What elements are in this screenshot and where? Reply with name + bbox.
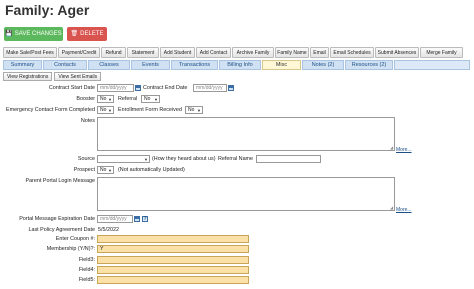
tab-classes[interactable]: Classes — [88, 60, 130, 70]
make-sale-button[interactable]: Make Sale/Post Fees — [3, 47, 57, 58]
tab-bar-filler — [394, 60, 470, 70]
save-changes-button[interactable]: 💾 SAVE CHANGES — [4, 27, 63, 41]
notes-more-link[interactable]: More... — [396, 147, 412, 153]
field3-label: Field3: — [78, 257, 95, 263]
notes-label: Notes — [80, 118, 95, 124]
contract-end-calendar-icon[interactable] — [228, 85, 234, 91]
save-icon: 💾 — [5, 31, 13, 37]
view-registrations-button[interactable]: View Registrations — [3, 72, 53, 81]
notes-textarea[interactable] — [97, 117, 395, 151]
enrollment-label: Enrollment Form Received — [118, 107, 182, 113]
tab-events[interactable]: Events — [131, 60, 170, 70]
submit-absences-button[interactable]: Submit Absences — [375, 47, 419, 58]
delete-label: DELETE — [80, 31, 104, 37]
source-label: Source — [77, 156, 95, 162]
merge-family-button[interactable]: Merge Family — [420, 47, 463, 58]
field4-input[interactable] — [97, 266, 249, 274]
coupon-label: Enter Coupon #: — [55, 236, 95, 242]
contract-end-input[interactable]: mm/dd/yyyy — [193, 84, 227, 92]
prospect-value: No — [100, 167, 107, 173]
chevron-down-icon: ▼ — [108, 107, 112, 113]
resize-grip-icon[interactable]: ◢ — [390, 206, 394, 210]
booster-value: No — [100, 96, 107, 102]
prospect-label: Prospect — [73, 167, 95, 173]
misc-subbar: View Registrations View Sent Emails — [3, 72, 102, 81]
email-schedules-button[interactable]: Email Schedules — [330, 47, 374, 58]
referral-label: Referral — [118, 96, 138, 102]
tab-notes[interactable]: Notes (2) — [302, 60, 344, 70]
source-hint: (How they heard about us) — [152, 156, 216, 162]
email-button[interactable]: Email — [310, 47, 329, 58]
enrollment-value: No — [188, 107, 195, 113]
action-toolbar: Make Sale/Post Fees Payment/Credit Refun… — [3, 47, 472, 58]
portal-msg-more-link[interactable]: More... — [396, 207, 412, 213]
ecf-select[interactable]: No ▼ — [97, 106, 114, 114]
chevron-down-icon: ▼ — [108, 96, 112, 102]
tab-misc[interactable]: Misc — [262, 60, 301, 70]
field5-label: Field5: — [78, 277, 95, 283]
chevron-down-icon: ▼ — [197, 107, 201, 113]
membership-input[interactable]: Y — [97, 245, 249, 253]
booster-label: Booster — [76, 96, 95, 102]
archive-family-button[interactable]: Archive Family — [232, 47, 274, 58]
prospect-hint: (Not automatically Updated) — [118, 167, 185, 173]
last-policy-label: Last Policy Agreement Date — [28, 227, 95, 233]
tab-transactions[interactable]: Transactions — [171, 60, 218, 70]
statement-button[interactable]: Statement — [127, 47, 159, 58]
add-contact-button[interactable]: Add Contact — [196, 47, 231, 58]
field4-label: Field4: — [78, 267, 95, 273]
membership-label: Membership (Y/N)?: — [46, 246, 95, 252]
prospect-select[interactable]: No ▼ — [97, 166, 114, 174]
chevron-down-icon: ▼ — [144, 156, 148, 162]
referral-name-label: Referral Name — [218, 156, 254, 162]
portal-login-msg-textarea[interactable] — [97, 177, 395, 211]
resize-grip-icon[interactable]: ◢ — [390, 146, 394, 150]
field5-input[interactable] — [97, 276, 249, 284]
referral-select[interactable]: No ▼ — [141, 95, 160, 103]
contract-end-label: Contract End Date — [143, 85, 188, 91]
chevron-down-icon: ▼ — [108, 167, 112, 173]
field3-input[interactable] — [97, 256, 249, 264]
ecf-label: Emergency Contact Form Completed — [6, 107, 95, 113]
portal-expiration-label: Portal Message Expiration Date — [19, 216, 95, 222]
referral-value: No — [144, 96, 151, 102]
save-label: SAVE CHANGES — [14, 31, 62, 37]
contract-start-label: Contract Start Date — [48, 85, 95, 91]
portal-login-msg-label: Parent Portal Login Message — [25, 178, 95, 184]
referral-name-input[interactable] — [256, 155, 321, 163]
portal-expiration-input[interactable]: mm/dd/yyyy — [97, 215, 133, 223]
coupon-input[interactable] — [97, 235, 249, 243]
help-icon[interactable]: ? — [142, 216, 148, 222]
ecf-value: No — [100, 107, 107, 113]
enrollment-select[interactable]: No ▼ — [185, 106, 203, 114]
family-name-button[interactable]: Family Name — [275, 47, 309, 58]
contract-start-calendar-icon[interactable] — [135, 85, 141, 91]
booster-select[interactable]: No ▼ — [97, 95, 114, 103]
source-select[interactable]: ▼ — [97, 155, 150, 163]
tab-resources[interactable]: Resources (2) — [345, 60, 393, 70]
view-sent-emails-button[interactable]: View Sent Emails — [54, 72, 102, 81]
delete-button[interactable]: 🗑 DELETE — [67, 27, 107, 41]
portal-expiration-calendar-icon[interactable] — [134, 216, 140, 222]
last-policy-value: 5/5/2022 — [98, 227, 119, 233]
payment-credit-button[interactable]: Payment/Credit — [58, 47, 100, 58]
trash-icon: 🗑 — [70, 31, 79, 37]
tab-contacts[interactable]: Contacts — [43, 60, 87, 70]
page-title: Family: Ager — [5, 2, 90, 18]
tab-billing-info[interactable]: Billing Info — [219, 60, 261, 70]
tab-bar: Summary Contacts Classes Events Transact… — [3, 60, 472, 70]
chevron-down-icon: ▼ — [154, 96, 158, 102]
add-student-button[interactable]: Add Student — [160, 47, 195, 58]
tab-summary[interactable]: Summary — [3, 60, 42, 70]
refund-button[interactable]: Refund — [101, 47, 126, 58]
contract-start-input[interactable]: mm/dd/yyyy — [97, 84, 134, 92]
